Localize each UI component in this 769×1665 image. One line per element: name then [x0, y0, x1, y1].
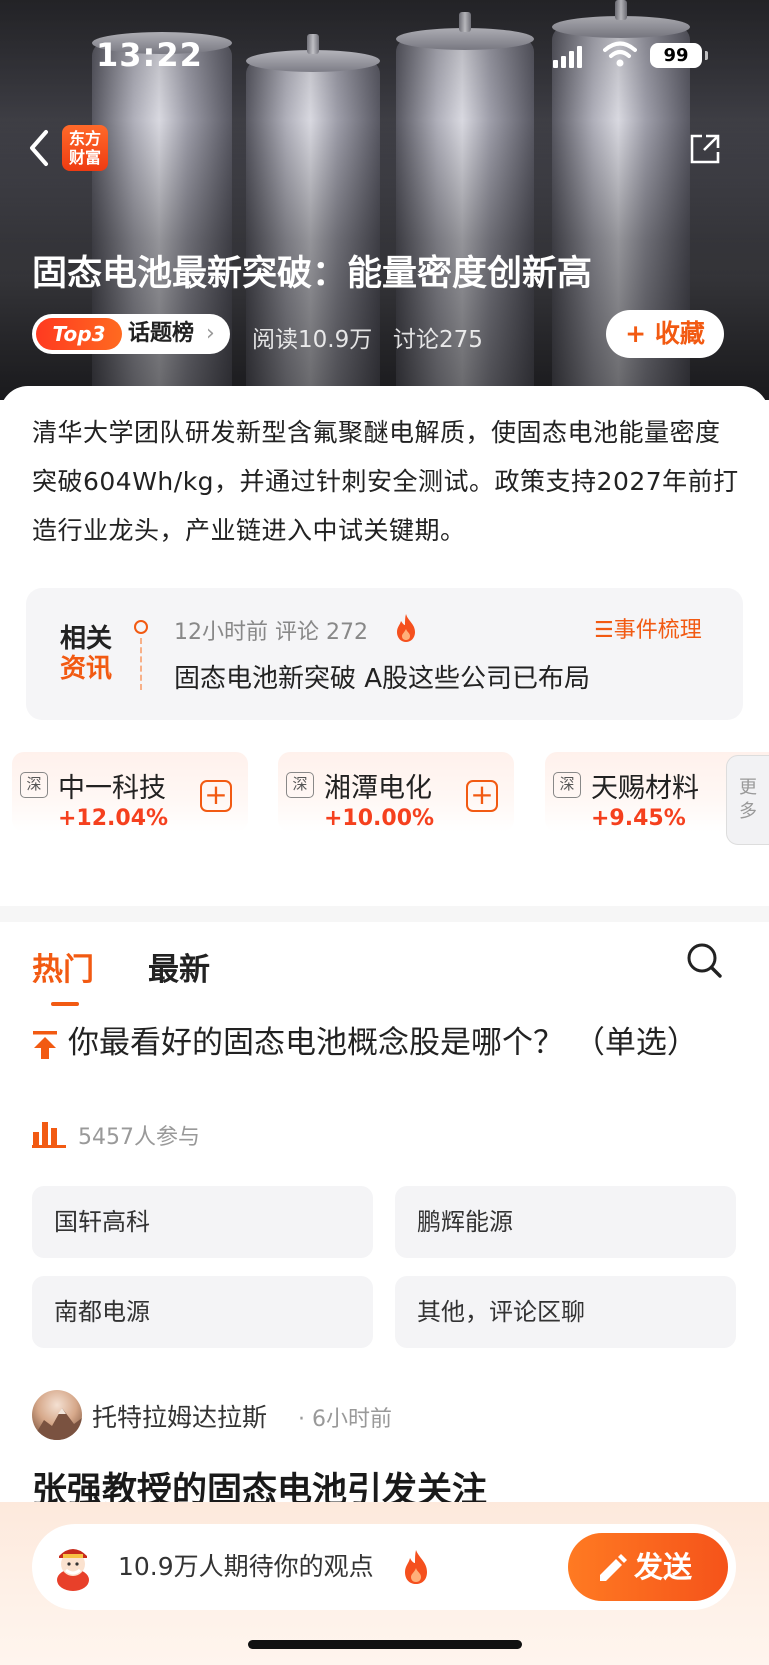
mascot-icon: [57, 1549, 89, 1591]
exchange-badge: 深: [20, 772, 48, 798]
more-stocks-tab[interactable]: 更多: [726, 755, 769, 845]
wifi-icon: [603, 41, 637, 67]
comment-bar: 10.9万人期待你的观点 发送: [0, 1502, 769, 1665]
avatar[interactable]: [32, 1390, 82, 1440]
timeline-dot: [134, 620, 148, 634]
fire-icon: [397, 614, 415, 642]
add-stock-icon[interactable]: +: [200, 780, 232, 812]
topic-rank-label: 话题榜: [128, 321, 195, 346]
top3-badge: Top3: [36, 318, 122, 350]
stock-change: +10.00%: [324, 806, 435, 831]
exchange-badge: 深: [286, 772, 314, 798]
stock-name: 天赐材料: [591, 773, 699, 804]
share-icon[interactable]: [688, 132, 722, 166]
poll-question: 你最看好的固态电池概念股是哪个？ （单选）: [68, 1025, 698, 1061]
summary-card: 清华大学团队研发新型含氟聚醚电解质，使固态电池能量密度突破604Wh/kg，并通…: [0, 386, 769, 566]
poll-option[interactable]: 其他，评论区聊: [395, 1276, 736, 1348]
poll-option[interactable]: 国轩高科: [32, 1186, 373, 1258]
app-logo: 东方 财富: [62, 125, 108, 171]
fire-icon: [405, 1550, 427, 1584]
event-timeline-link[interactable]: ☰事件梳理: [594, 612, 702, 644]
related-news-card[interactable]: 相关 资讯 12小时前 评论 272 ☰事件梳理 固态电池新突破 A股这些公司已…: [26, 588, 743, 720]
stock-change: +9.45%: [591, 806, 686, 831]
send-label: 发送: [634, 1550, 693, 1584]
active-tab-indicator: [51, 1002, 79, 1006]
read-count: 阅读10.9万: [252, 327, 373, 353]
stock-card[interactable]: 深 中一科技 +12.04% +: [12, 752, 248, 832]
search-icon[interactable]: [684, 940, 724, 980]
stock-change: +12.04%: [58, 806, 169, 831]
discuss-count: 讨论275: [393, 327, 483, 353]
favorite-button[interactable]: + 收藏: [606, 310, 724, 358]
poll-option[interactable]: 鹏辉能源: [395, 1186, 736, 1258]
bar-chart-icon: [32, 1122, 66, 1148]
poll-participants: 5457人参与: [78, 1125, 200, 1150]
post-author[interactable]: 托特拉姆达拉斯: [92, 1398, 267, 1434]
tab-latest[interactable]: 最新: [148, 944, 210, 989]
page-title: 固态电池最新突破：能量密度创新高: [32, 254, 593, 294]
post-time: · 6小时前: [298, 1407, 392, 1432]
exchange-badge: 深: [553, 772, 581, 798]
comment-placeholder: 10.9万人期待你的观点: [118, 1552, 374, 1581]
pen-icon: [600, 1554, 627, 1581]
stock-card[interactable]: 深 湘潭电化 +10.00% +: [278, 752, 514, 832]
back-arrow-icon[interactable]: [22, 126, 62, 170]
summary-text: 清华大学团队研发新型含氟聚醚电解质，使固态电池能量密度突破604Wh/kg，并通…: [32, 418, 739, 545]
add-stock-icon[interactable]: +: [466, 780, 498, 812]
home-indicator: [248, 1640, 522, 1649]
related-news-label: 相关 资讯: [60, 624, 113, 684]
battery-indicator: 99: [650, 43, 708, 68]
topic-rank-pill[interactable]: Top3 话题榜 ›: [32, 314, 230, 354]
related-news-headline[interactable]: 固态电池新突破 A股这些公司已布局: [174, 658, 590, 695]
pinned-top-icon: [33, 1031, 57, 1059]
chevron-right-icon: ›: [206, 321, 215, 346]
related-news-meta: 12小时前 评论 272: [174, 620, 368, 645]
poll-option[interactable]: 南都电源: [32, 1276, 373, 1348]
cellular-signal-icon: [553, 44, 583, 68]
section-divider: [0, 906, 769, 922]
comment-input[interactable]: 10.9万人期待你的观点 发送: [32, 1524, 736, 1610]
tab-hot[interactable]: 热门: [32, 944, 94, 989]
stock-name: 中一科技: [58, 773, 166, 804]
send-button[interactable]: 发送: [568, 1533, 728, 1601]
status-time: 13:22: [96, 36, 203, 74]
related-stocks-row: 深 中一科技 +12.04% + 深 湘潭电化 +10.00% + 深 天赐材料…: [0, 752, 769, 832]
stock-name: 湘潭电化: [324, 773, 432, 804]
